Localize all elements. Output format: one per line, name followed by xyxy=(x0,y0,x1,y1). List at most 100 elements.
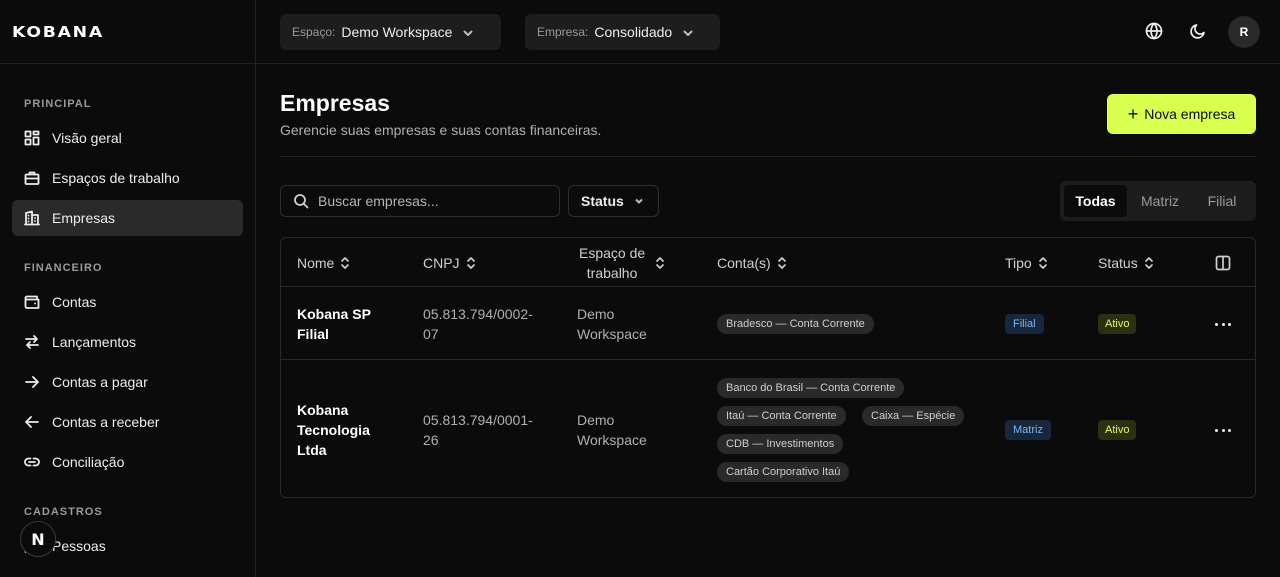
moon-icon[interactable] xyxy=(1189,22,1207,40)
logo-area: KOBANA xyxy=(0,0,255,64)
header-label: CNPJ xyxy=(423,254,460,271)
columns-icon[interactable] xyxy=(1215,255,1231,271)
company-name-line: Tecnologia xyxy=(297,422,370,438)
sidebar-item-empresas[interactable]: Empresas xyxy=(12,200,243,236)
workspace-line: Workspace xyxy=(577,326,647,342)
workspace-line: Demo xyxy=(577,306,615,322)
sidebar-item-visao-geral[interactable]: Visão geral xyxy=(12,120,243,156)
arrow-right-icon xyxy=(24,374,40,390)
sidebar: KOBANA PRINCIPAL Visão geral Espaços de … xyxy=(0,0,256,577)
sidebar-item-label: Visão geral xyxy=(52,130,122,146)
search-icon xyxy=(294,194,309,209)
sidebar-item-conciliacao[interactable]: Conciliação xyxy=(12,444,243,480)
company-name-line: Filial xyxy=(297,326,329,342)
cnpj-line: 07 xyxy=(423,326,439,342)
more-actions-icon[interactable] xyxy=(1215,422,1231,438)
sidebar-item-lancamentos[interactable]: Lançamentos xyxy=(12,324,243,360)
workspace-value: Demo Workspace xyxy=(341,24,453,40)
header-label: Tipo xyxy=(1005,254,1032,271)
tab-matriz[interactable]: Matriz xyxy=(1127,185,1193,217)
sort-icon xyxy=(1144,256,1154,270)
sort-icon xyxy=(777,256,787,270)
kobana-logo[interactable]: KOBANA xyxy=(12,23,104,41)
account-chip: Caixa — Espécie xyxy=(862,406,965,426)
header-label: Nome xyxy=(297,254,335,271)
company-workspace: Demo Workspace xyxy=(577,304,647,344)
row-divider xyxy=(281,359,1255,360)
sidebar-item-contas-a-pagar[interactable]: Contas a pagar xyxy=(12,364,243,400)
header-contas[interactable]: Conta(s) xyxy=(717,238,787,287)
type-badge: Filial xyxy=(1005,314,1044,334)
section-principal: PRINCIPAL xyxy=(24,98,92,110)
status-badge: Ativo xyxy=(1098,420,1137,440)
sidebar-item-label: Conciliação xyxy=(52,454,125,470)
company-name-line: Kobana xyxy=(297,402,349,418)
sidebar-item-label: Contas a receber xyxy=(52,414,160,430)
divider xyxy=(280,156,1256,157)
company-value: Consolidado xyxy=(594,24,673,40)
account-chip: Banco do Brasil — Conta Corrente xyxy=(717,378,905,398)
tab-filial[interactable]: Filial xyxy=(1193,185,1251,217)
tab-todas[interactable]: Todas xyxy=(1064,185,1127,217)
page-title: Empresas xyxy=(280,90,390,116)
header-cnpj[interactable]: CNPJ xyxy=(423,238,476,287)
page-subtitle: Gerencie suas empresas e suas contas fin… xyxy=(280,122,602,138)
header-espaco[interactable]: Espaço de trabalho xyxy=(579,238,665,287)
sort-icon xyxy=(466,256,476,270)
sidebar-item-contas[interactable]: Contas xyxy=(12,284,243,320)
sidebar-item-contas-a-receber[interactable]: Contas a receber xyxy=(12,404,243,440)
sidebar-item-label: Espaços de trabalho xyxy=(52,170,180,186)
more-actions-icon[interactable] xyxy=(1215,316,1231,332)
header-label: trabalho xyxy=(586,264,638,281)
sidebar-item-espacos[interactable]: Espaços de trabalho xyxy=(12,160,243,196)
status-badge: Ativo xyxy=(1098,314,1137,334)
n-badge-icon[interactable]: N xyxy=(20,521,56,557)
sidebar-item-label: Empresas xyxy=(52,210,116,226)
arrow-left-icon xyxy=(24,414,40,430)
company-name: Kobana Tecnologia Ltda xyxy=(297,400,370,460)
section-cadastros: CADASTROS xyxy=(24,506,103,518)
new-company-label: Nova empresa xyxy=(1144,106,1236,122)
type-segmented-control: Todas Matriz Filial xyxy=(1060,181,1256,221)
sidebar-item-label: Contas a pagar xyxy=(52,374,148,390)
workspace-line: Workspace xyxy=(577,432,647,448)
workspace-line: Demo xyxy=(577,412,615,428)
dashboard-grid-icon xyxy=(24,130,40,146)
header-nome[interactable]: Nome xyxy=(297,238,350,287)
new-company-button[interactable]: + Nova empresa xyxy=(1107,94,1256,134)
status-filter-label: Status xyxy=(581,193,624,209)
company-name: Kobana SP Filial xyxy=(297,304,371,344)
cnpj-line: 05.813.794/0002- xyxy=(423,306,533,322)
company-selector[interactable]: Empresa: Consolidado xyxy=(525,14,720,50)
company-label: Empresa: xyxy=(537,25,589,39)
sidebar-item-label: Lançamentos xyxy=(52,334,137,350)
building-icon xyxy=(24,210,40,226)
chevron-down-icon xyxy=(682,26,694,38)
header-divider xyxy=(281,286,1255,287)
workspace-label: Espaço: xyxy=(292,25,336,39)
sidebar-item-label: Contas xyxy=(52,294,97,310)
avatar[interactable]: R xyxy=(1228,16,1260,48)
search-box[interactable] xyxy=(280,185,560,217)
header-label: Conta(s) xyxy=(717,254,771,271)
type-badge: Matriz xyxy=(1005,420,1051,440)
company-cnpj: 05.813.794/0001- 26 xyxy=(423,410,533,450)
globe-icon[interactable] xyxy=(1145,22,1163,40)
search-input[interactable] xyxy=(318,193,548,209)
company-workspace: Demo Workspace xyxy=(577,410,647,450)
company-name-line: Ltda xyxy=(297,442,327,458)
company-name-line: Kobana SP xyxy=(297,306,371,322)
link-icon xyxy=(24,454,40,470)
plus-icon: + xyxy=(1127,104,1139,124)
header-tipo[interactable]: Tipo xyxy=(1005,238,1048,287)
header-status[interactable]: Status xyxy=(1098,238,1154,287)
status-filter[interactable]: Status xyxy=(568,185,659,217)
arrows-swap-icon xyxy=(24,334,40,350)
workspace-selector[interactable]: Espaço: Demo Workspace xyxy=(280,14,501,50)
cnpj-line: 05.813.794/0001- xyxy=(423,412,533,428)
sort-icon xyxy=(340,256,350,270)
chevron-down-icon xyxy=(462,26,474,38)
wallet-icon xyxy=(24,294,40,310)
topbar: Espaço: Demo Workspace Empresa: Consolid… xyxy=(256,0,1280,64)
briefcase-icon xyxy=(24,170,40,186)
